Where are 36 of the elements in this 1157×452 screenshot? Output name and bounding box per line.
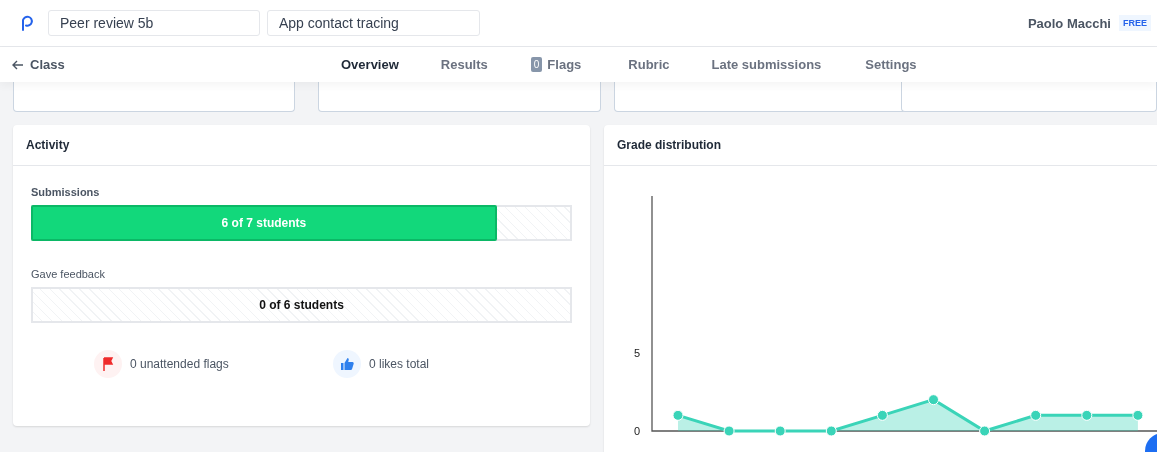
back-link[interactable]: Class: [30, 57, 65, 72]
text-field[interactable]: App contact tracing: [267, 10, 480, 36]
data-point: [825, 425, 837, 437]
nav-tab[interactable]: Rubric: [628, 57, 670, 72]
axis-tick-label: 5: [633, 346, 640, 359]
nav-tab[interactable]: Overview: [341, 57, 399, 72]
data-point: [672, 409, 684, 421]
progress-reading: 0 of 6 students: [259, 298, 344, 312]
nav-tab[interactable]: Settings: [865, 57, 917, 72]
text-field[interactable]: Peer review 5b: [48, 10, 260, 36]
data-point: [723, 425, 735, 437]
flag-icon: [94, 350, 122, 378]
data-point: [1030, 409, 1042, 421]
nav-tab[interactable]: Results: [440, 57, 488, 72]
count-badge: 0: [530, 57, 543, 72]
stat-text: 0 likes total: [369, 357, 430, 371]
nav-tab[interactable]: 0 Flags: [530, 57, 582, 72]
back-arrow-icon[interactable]: [12, 59, 24, 70]
stat-text: 0 unattended flags: [130, 357, 229, 371]
card-title: Grade distribution: [617, 138, 721, 152]
progress-label: Submissions: [31, 186, 100, 198]
data-point: [1081, 409, 1093, 421]
data-point: [1132, 409, 1144, 421]
plan-badge: FREE: [1119, 15, 1151, 31]
progress-reading: 6 of 7 students: [221, 216, 307, 230]
data-point: [928, 394, 939, 406]
progress-label: Gave feedback: [31, 268, 105, 280]
card-title: Activity: [26, 138, 70, 152]
data-point: [774, 425, 786, 437]
data-point: [979, 425, 991, 437]
data-point: [876, 409, 888, 421]
logo-icon[interactable]: [20, 15, 34, 31]
thumbs-up-icon: [333, 350, 361, 378]
axis-tick-label: 0: [633, 425, 640, 437]
user-name[interactable]: Paolo Macchi: [1027, 15, 1111, 31]
nav-tab[interactable]: Late submissions: [711, 57, 822, 72]
